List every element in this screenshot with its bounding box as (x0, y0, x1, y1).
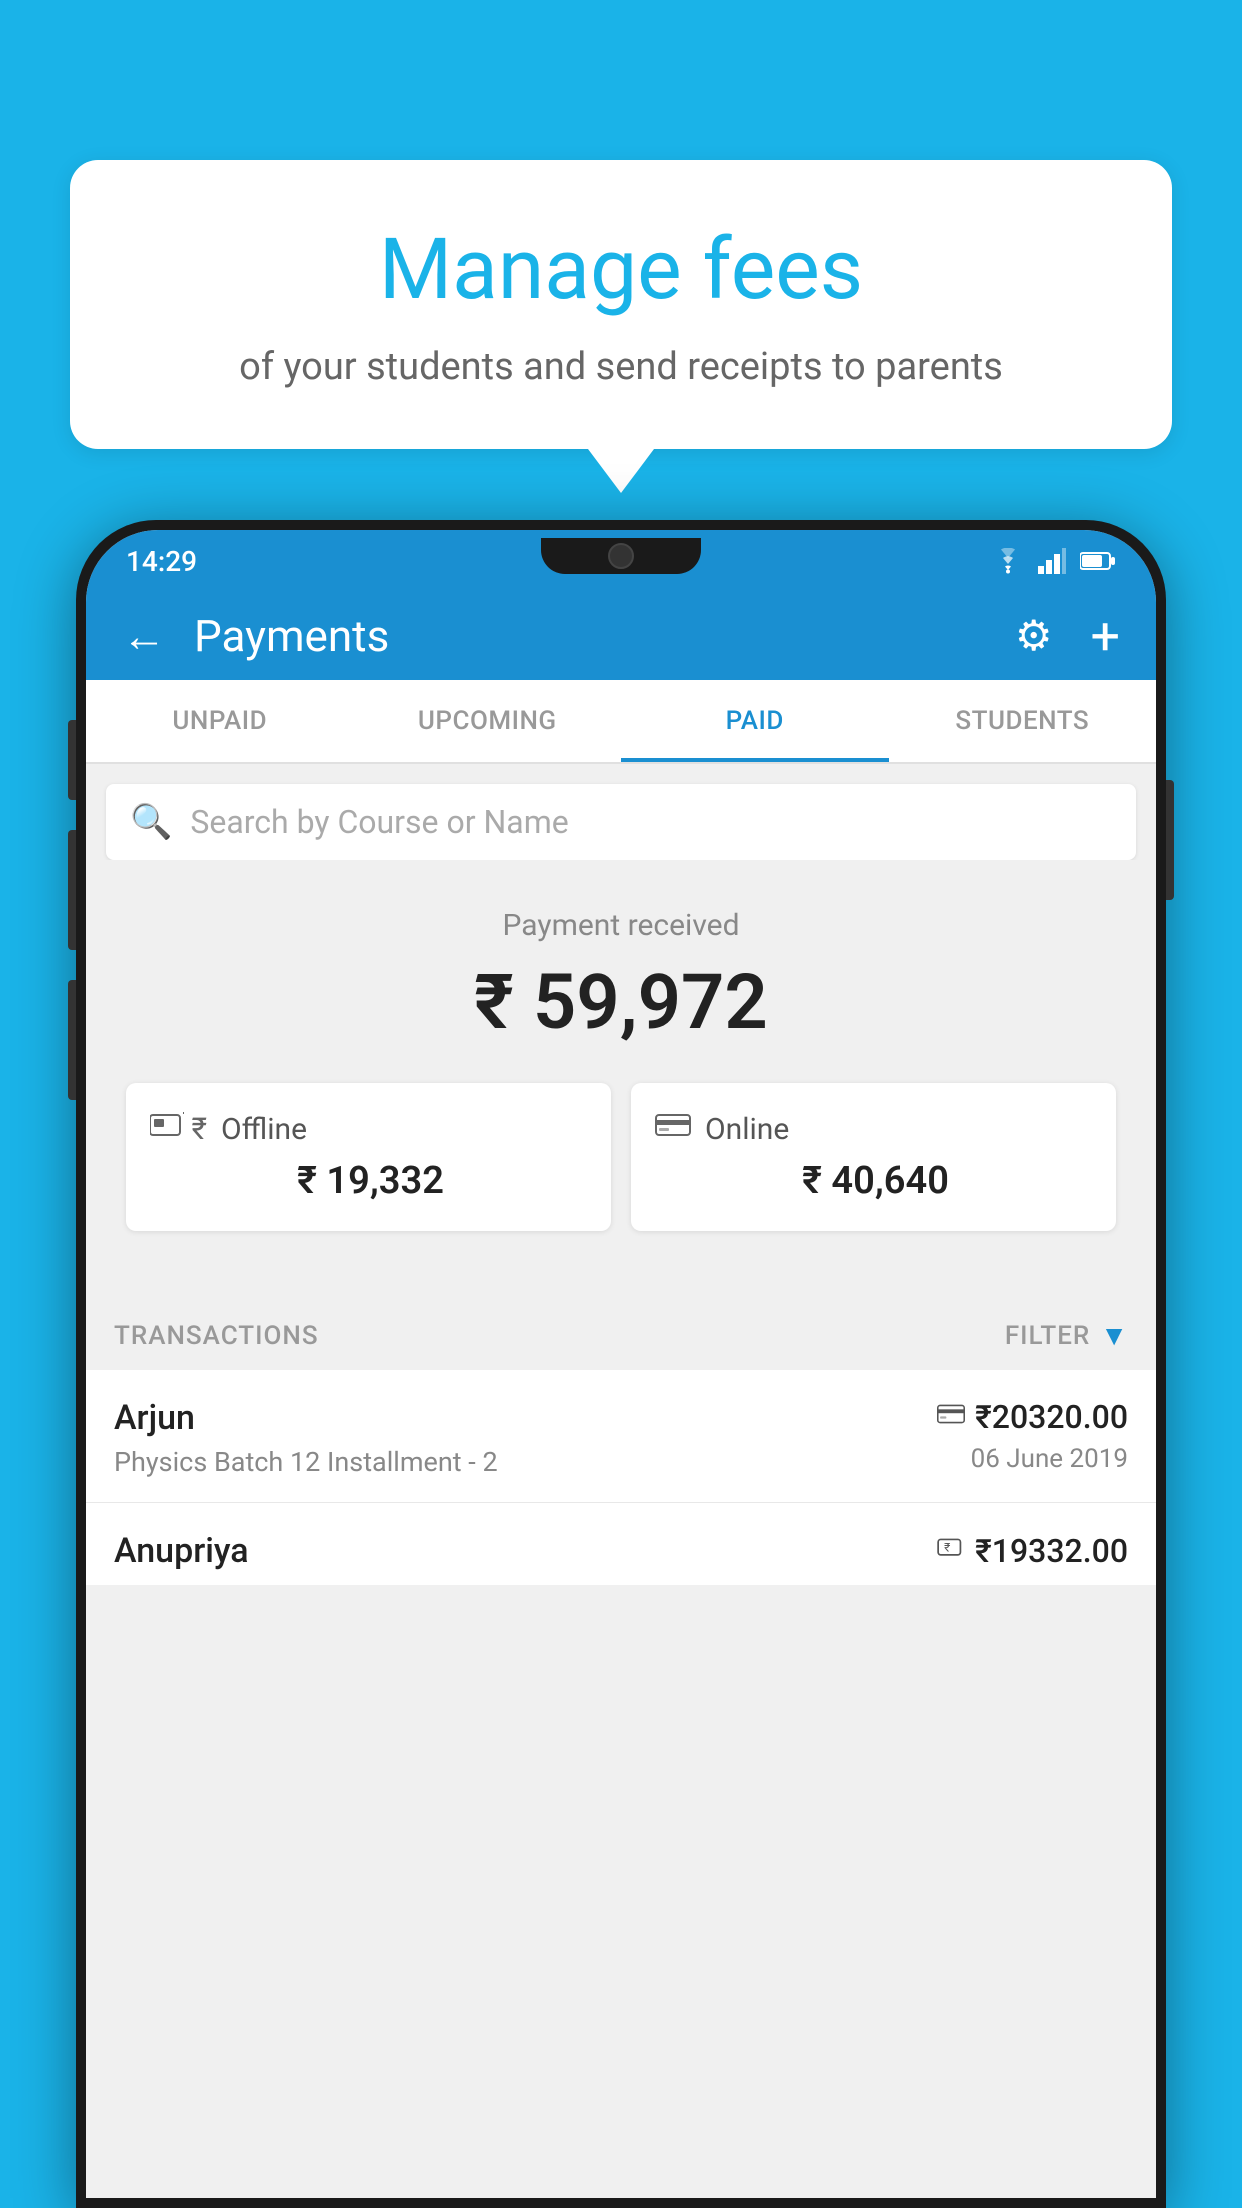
search-placeholder: Search by Course or Name (190, 803, 568, 841)
payment-received-label: Payment received (106, 908, 1136, 943)
volume-up-button (68, 720, 76, 800)
transaction-amount: ₹19332.00 (975, 1532, 1128, 1570)
wifi-icon (992, 548, 1024, 574)
transaction-description: Physics Batch 12 Installment - 2 (114, 1446, 498, 1478)
rupee-payment-icon: ₹ (937, 1536, 965, 1567)
header-title: Payments (194, 610, 987, 662)
svg-text:₹: ₹ (944, 1540, 950, 1554)
table-row: Arjun Physics Batch 12 Installment - 2 ₹… (86, 1370, 1156, 1503)
offline-label: Offline (221, 1112, 307, 1147)
transaction-name: Arjun (114, 1398, 498, 1438)
speech-bubble: Manage fees of your students and send re… (70, 160, 1172, 449)
payment-total-amount: ₹ 59,972 (106, 957, 1136, 1047)
offline-amount: ₹ 19,332 (150, 1159, 587, 1203)
search-icon: 🔍 (130, 802, 172, 842)
offline-card-header: ₹ Offline (150, 1111, 587, 1147)
search-bar[interactable]: 🔍 Search by Course or Name (106, 784, 1136, 860)
filter-label: FILTER (1005, 1321, 1090, 1351)
transaction-date: 06 June 2019 (937, 1444, 1128, 1474)
payment-cards: ₹ Offline ₹ 19,332 (106, 1083, 1136, 1231)
tab-paid[interactable]: PAID (621, 680, 889, 762)
back-button[interactable]: ← (122, 610, 166, 662)
phone-frame: 14:29 (76, 520, 1166, 2208)
transactions-label: TRANSACTIONS (114, 1321, 319, 1351)
online-card-header: Online (655, 1111, 1092, 1147)
app-header: ← Payments ⚙ + (86, 592, 1156, 680)
online-card: Online ₹ 40,640 (631, 1083, 1116, 1231)
payment-summary: Payment received ₹ 59,972 ₹ (86, 860, 1156, 1295)
power-button (1166, 780, 1174, 900)
transaction-name: Anupriya (114, 1531, 249, 1571)
transaction-amount: ₹20320.00 (975, 1398, 1128, 1436)
card-payment-icon (937, 1402, 965, 1432)
transaction-amount-row: ₹ ₹19332.00 (937, 1532, 1128, 1570)
online-amount: ₹ 40,640 (655, 1159, 1092, 1203)
table-row: Anupriya ₹ ₹19332.00 (86, 1503, 1156, 1585)
tabs-bar: UNPAID UPCOMING PAID STUDENTS (86, 680, 1156, 764)
signal-icon (1038, 548, 1066, 574)
transactions-list: Arjun Physics Batch 12 Installment - 2 ₹… (86, 1370, 1156, 1585)
tab-unpaid[interactable]: UNPAID (86, 680, 354, 762)
settings-button[interactable]: ⚙ (1015, 611, 1053, 661)
filter-icon: ▼ (1100, 1319, 1128, 1352)
filter-button[interactable]: FILTER ▼ (1005, 1319, 1128, 1352)
status-icons (992, 548, 1116, 574)
volume-down-button (68, 830, 76, 950)
battery-icon (1080, 550, 1116, 572)
tab-upcoming[interactable]: UPCOMING (354, 680, 622, 762)
offline-payment-icon: ₹ (150, 1111, 207, 1147)
front-camera (608, 543, 634, 569)
online-payment-icon (655, 1111, 691, 1147)
offline-card: ₹ Offline ₹ 19,332 (126, 1083, 611, 1231)
status-time: 14:29 (126, 545, 197, 578)
bubble-subtitle: of your students and send receipts to pa… (120, 341, 1122, 394)
online-label: Online (705, 1112, 789, 1147)
transaction-amount-row: ₹20320.00 (937, 1398, 1128, 1436)
phone-screen: 14:29 (86, 530, 1156, 2198)
camera-button (68, 980, 76, 1100)
transaction-right: ₹20320.00 06 June 2019 (937, 1398, 1128, 1474)
bubble-title: Manage fees (120, 220, 1122, 319)
transactions-header: TRANSACTIONS FILTER ▼ (86, 1295, 1156, 1370)
tab-students[interactable]: STUDENTS (889, 680, 1157, 762)
transaction-left: Arjun Physics Batch 12 Installment - 2 (114, 1398, 498, 1478)
phone-notch (541, 538, 701, 574)
add-button[interactable]: + (1090, 606, 1120, 667)
